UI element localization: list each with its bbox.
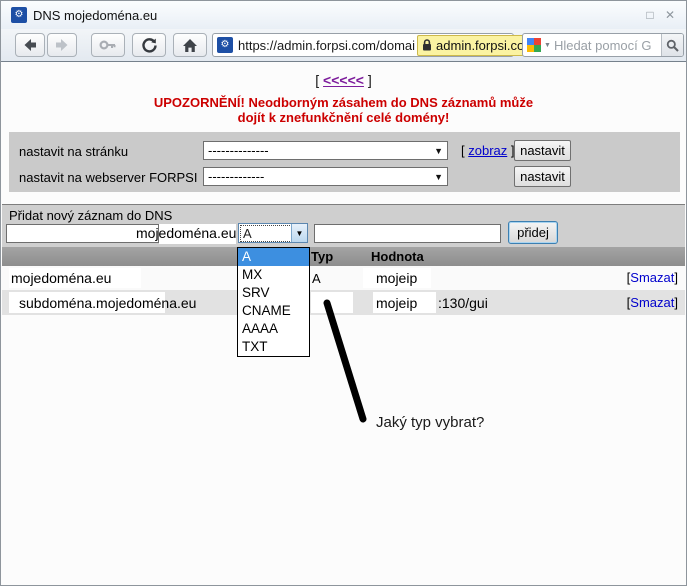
select-caret-icon: ▼ (434, 172, 443, 182)
domain-suffix-label: mojedoména.eu (136, 225, 236, 241)
record-type-caret-icon[interactable]: ▼ (291, 224, 307, 242)
hodnota-column-header: Hodnota (371, 249, 424, 264)
forward-icon (54, 37, 70, 53)
back-icon (22, 37, 38, 53)
security-badge-label: admin.forpsi.com (436, 38, 535, 53)
refresh-button[interactable] (132, 33, 166, 57)
set-page-label: nastavit na stránku (19, 144, 128, 159)
bracket-close: ] (368, 72, 372, 88)
delete-link-wrap: [Smazat] (627, 295, 678, 310)
record-name: subdoména.mojedoména.eu (19, 295, 196, 311)
typ-column-header: Typ (311, 249, 333, 264)
select-caret-icon: ▼ (434, 146, 443, 156)
delete-bracket-close: ] (674, 270, 678, 285)
record-type-select[interactable]: A ▼ (238, 223, 308, 243)
record-name: mojedoména.eu (11, 270, 111, 286)
site-favicon-icon: ⚙ (217, 37, 233, 53)
records-table-header: Typ Hodnota (2, 247, 685, 266)
set-page-button[interactable]: nastavit (514, 140, 571, 161)
zobraz-link[interactable]: zobraz (468, 143, 507, 158)
google-icon[interactable] (527, 38, 541, 52)
add-record-title: Přidat nový záznam do DNS (9, 208, 172, 223)
browser-toolbar: ⚙ https://admin.forpsi.com/domai admin.f… (1, 29, 686, 62)
search-input[interactable] (554, 38, 661, 53)
annotation-question: Jaký typ vybrat? (376, 414, 484, 431)
delete-link-wrap: [Smazat] (627, 270, 678, 285)
add-record-section: Přidat nový záznam do DNS mojedoména.eu … (2, 204, 685, 247)
add-record-button[interactable]: přidej (508, 221, 558, 244)
record-value: mojeip (376, 295, 417, 311)
title-bar: ⚙ DNS mojedoména.eu □ ✕ (1, 1, 686, 29)
back-link-row: [ <<<<< ] (1, 72, 686, 88)
search-engine-dropdown-icon[interactable]: ▼ (544, 42, 551, 49)
record-value-suffix: :130/gui (438, 295, 488, 311)
set-webserver-button[interactable]: nastavit (514, 166, 571, 187)
table-row: mojedoména.eu A mojeip [Smazat] (2, 266, 685, 290)
delete-link[interactable]: Smazat (630, 295, 674, 310)
dropdown-option-cname[interactable]: CNAME (238, 302, 309, 320)
dropdown-option-aaaa[interactable]: AAAA (238, 320, 309, 338)
keyword-button[interactable] (91, 33, 125, 57)
bracket-open: [ (315, 72, 319, 88)
dropdown-option-srv[interactable]: SRV (238, 284, 309, 302)
url-text: https://admin.forpsi.com/domai (238, 38, 415, 53)
lock-icon (422, 39, 432, 51)
annotation-arrow-icon (315, 294, 377, 428)
type-dropdown-list: A MX SRV CNAME AAAA TXT (237, 247, 310, 357)
set-webserver-select[interactable]: ------------- ▼ (203, 167, 448, 186)
zobraz-wrap: [ zobraz ] (461, 143, 515, 158)
record-type-value: A (241, 226, 291, 241)
forpsi-favicon-icon: ⚙ (11, 7, 27, 23)
search-box[interactable]: ▼ (522, 33, 684, 57)
close-button[interactable]: ✕ (661, 7, 679, 23)
set-webserver-select-value: ------------- (208, 169, 264, 184)
delete-link[interactable]: Smazat (630, 270, 674, 285)
dropdown-option-a[interactable]: A (238, 248, 309, 266)
warning-line1: UPOZORNĚNÍ! Neodborným zásahem do DNS zá… (1, 95, 686, 110)
browser-window: ⚙ DNS mojedoména.eu □ ✕ ⚙ https://admin.… (0, 0, 687, 586)
home-button[interactable] (173, 33, 207, 57)
page-content: [ <<<<< ] UPOZORNĚNÍ! Neodborným zásahem… (1, 62, 686, 585)
dropdown-option-mx[interactable]: MX (238, 266, 309, 284)
home-icon (182, 38, 198, 53)
record-value: mojeip (376, 270, 417, 286)
quick-set-panel: nastavit na stránku -------------- ▼ [ z… (9, 132, 680, 192)
search-go-button[interactable] (661, 34, 683, 56)
go-back-link[interactable]: <<<<< (323, 72, 364, 88)
key-icon (99, 38, 117, 52)
magnifier-icon (666, 39, 679, 52)
back-button[interactable] (15, 33, 45, 57)
forward-button[interactable] (47, 33, 77, 57)
warning-line2: dojít k znefunkčnění celé domény! (1, 110, 686, 125)
maximize-button[interactable]: □ (641, 7, 659, 23)
set-page-select-value: -------------- (208, 143, 269, 158)
delete-bracket-close: ] (674, 295, 678, 310)
record-typ: A (312, 271, 321, 286)
record-value-input[interactable] (314, 224, 501, 243)
refresh-icon (141, 37, 158, 54)
window-title: DNS mojedoména.eu (33, 8, 157, 23)
set-page-select[interactable]: -------------- ▼ (203, 141, 448, 160)
dropdown-option-txt[interactable]: TXT (238, 338, 309, 356)
set-webserver-label: nastavit na webserver FORPSI (19, 170, 197, 185)
address-bar[interactable]: ⚙ https://admin.forpsi.com/domai admin.f… (212, 33, 514, 57)
dns-warning: UPOZORNĚNÍ! Neodborným zásahem do DNS zá… (1, 95, 686, 125)
